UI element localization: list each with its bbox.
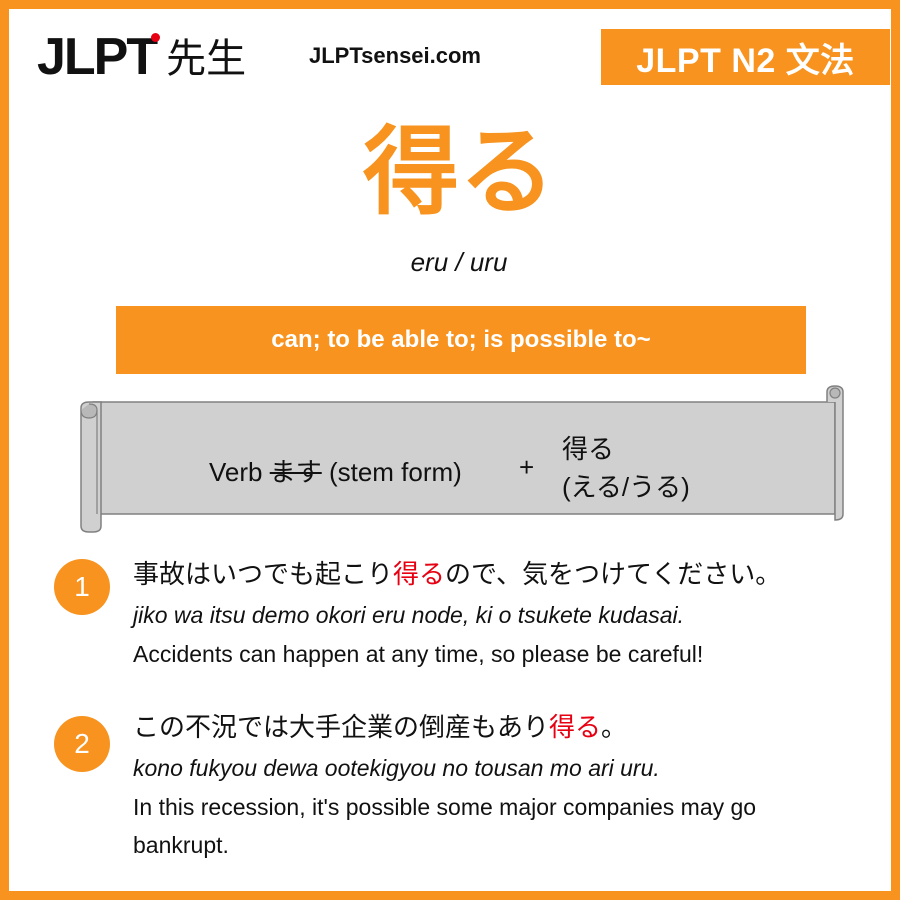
formula: Verb ます (stem form) + 得る (える/うる) <box>75 384 853 534</box>
verb-stem-form: Verb ます (stem form) <box>209 452 462 489</box>
example-number-1: 1 <box>54 559 110 615</box>
example-1: 事故はいつでも起こり得るので、気をつけてください。 jiko wa itsu d… <box>133 555 863 673</box>
example-japanese: この不況では大手企業の倒産もあり得る。 <box>133 708 863 748</box>
level-badge: JLPT N2 文法 <box>601 29 890 85</box>
example-2: この不況では大手企業の倒産もあり得る。 kono fukyou dewa oot… <box>133 708 863 864</box>
jp-highlight: 得る <box>393 560 446 590</box>
formula-scroll: Verb ます (stem form) + 得る (える/うる) <box>75 384 853 534</box>
jp-highlight: 得る <box>549 713 602 743</box>
verb-label: Verb <box>209 457 270 487</box>
example-english: In this recession, it's possible some ma… <box>133 794 757 858</box>
site-url-link[interactable]: JLPTsensei.com <box>309 43 481 69</box>
example-number-text: 2 <box>74 728 90 759</box>
jlpt-sensei-logo[interactable]: J LPT 先生 <box>37 29 246 85</box>
jp-after: 。 <box>601 713 628 743</box>
stem-label: (stem form) <box>321 457 462 487</box>
example-romaji: jiko wa itsu demo okori eru node, ki o t… <box>133 602 685 628</box>
grammar-title: 得る <box>363 116 555 228</box>
example-number-2: 2 <box>54 716 110 772</box>
form-kanji: 得る <box>562 434 615 464</box>
jp-before: 事故はいつでも起こり <box>133 560 394 590</box>
grammar-romaji: eru / uru <box>410 247 508 277</box>
grammar-form: 得る (える/うる) <box>562 430 690 506</box>
logo-kanji: 先生 <box>166 36 247 82</box>
plus-sign: + <box>519 452 535 482</box>
logo-j: J <box>37 28 66 86</box>
jp-before: この不況では大手企業の倒産もあり <box>133 713 550 743</box>
example-romaji: kono fukyou dewa ootekigyou no tousan mo… <box>133 755 660 781</box>
meaning-banner: can; to be able to; is possible to~ <box>116 306 806 374</box>
struck-masu: ます <box>269 457 322 487</box>
meaning-text: can; to be able to; is possible to~ <box>271 326 651 353</box>
logo-lpt: LPT <box>63 28 161 86</box>
example-number-text: 1 <box>74 571 90 602</box>
page-frame: J LPT 先生 JLPTsensei.com JLPT N2 文法 得る eru… <box>0 0 900 900</box>
example-japanese: 事故はいつでも起こり得るので、気をつけてください。 <box>133 555 863 595</box>
jp-after: ので、気をつけてください。 <box>445 560 782 590</box>
form-reading: (える/うる) <box>562 472 690 502</box>
example-english: Accidents can happen at any time, so ple… <box>133 641 704 667</box>
